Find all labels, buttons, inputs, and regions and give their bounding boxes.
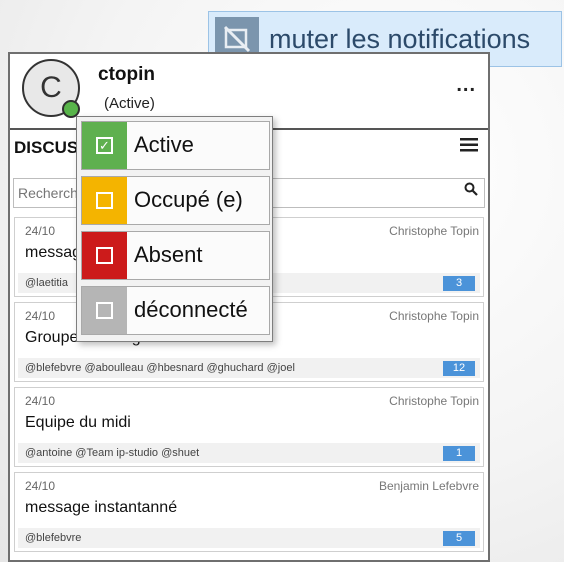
conversation-date: 24/10 [25, 479, 56, 493]
conversation-name: Equipe du midi [25, 414, 131, 431]
conversation-participants: @laetitia [25, 277, 68, 289]
status-option-active[interactable]: ✓ Active [81, 121, 270, 170]
status-option-label: déconnecté [134, 297, 248, 322]
status-swatch-active: ✓ [82, 122, 127, 169]
square-icon [96, 192, 113, 209]
status-swatch-busy [82, 177, 127, 224]
conversation-footer: @blefebvre 5 [18, 528, 480, 548]
unread-badge: 5 [443, 531, 475, 546]
status-option-label: Occupé (e) [134, 187, 243, 212]
unread-badge: 3 [443, 276, 475, 291]
search-icon[interactable] [464, 182, 478, 200]
status-swatch-offline [82, 287, 127, 334]
conversation-name: message instantanné [25, 499, 178, 516]
conversation-participants: @antoine @Team ip-studio @shuet [25, 447, 200, 459]
status-swatch-away [82, 232, 127, 279]
tooltip-label: muter les notifications [269, 23, 531, 54]
check-icon: ✓ [96, 137, 113, 154]
status-option-busy[interactable]: Occupé (e) [81, 176, 270, 225]
unread-badge: 1 [443, 446, 475, 461]
conversation-author: Christophe Topin [389, 224, 479, 238]
user-status-text[interactable]: (Active) [104, 95, 155, 112]
status-option-away[interactable]: Absent [81, 231, 270, 280]
unread-badge: 12 [443, 361, 475, 376]
conversation-footer: @blefebvre @aboulleau @hbesnard @ghuchar… [18, 358, 480, 378]
square-icon [96, 302, 113, 319]
conversation-date: 24/10 [25, 224, 56, 238]
menu-icon[interactable] [460, 136, 478, 159]
conversation-date: 24/10 [25, 309, 56, 323]
username: ctopin [98, 64, 155, 85]
status-menu: ✓ Active Occupé (e) Absent déconnecté [76, 116, 273, 342]
conversation-item[interactable]: 24/10 Christophe Topin Equipe du midi @a… [14, 387, 484, 467]
conversation-date: 24/10 [25, 394, 56, 408]
conversation-author: Christophe Topin [389, 309, 479, 323]
avatar-letter: C [40, 71, 62, 104]
conversation-item[interactable]: 24/10 Benjamin Lefebvre message instanta… [14, 472, 484, 552]
more-options-icon[interactable]: ... [456, 74, 476, 97]
conversation-author: Christophe Topin [389, 394, 479, 408]
status-option-label: Active [134, 132, 194, 157]
conversation-participants: @blefebvre @aboulleau @hbesnard @ghuchar… [25, 362, 295, 374]
status-option-label: Absent [134, 242, 203, 267]
conversation-participants: @blefebvre [25, 532, 82, 544]
conversation-author: Benjamin Lefebvre [378, 479, 479, 493]
status-option-offline[interactable]: déconnecté [81, 286, 270, 335]
conversation-footer: @antoine @Team ip-studio @shuet 1 [18, 443, 480, 463]
square-icon [96, 247, 113, 264]
